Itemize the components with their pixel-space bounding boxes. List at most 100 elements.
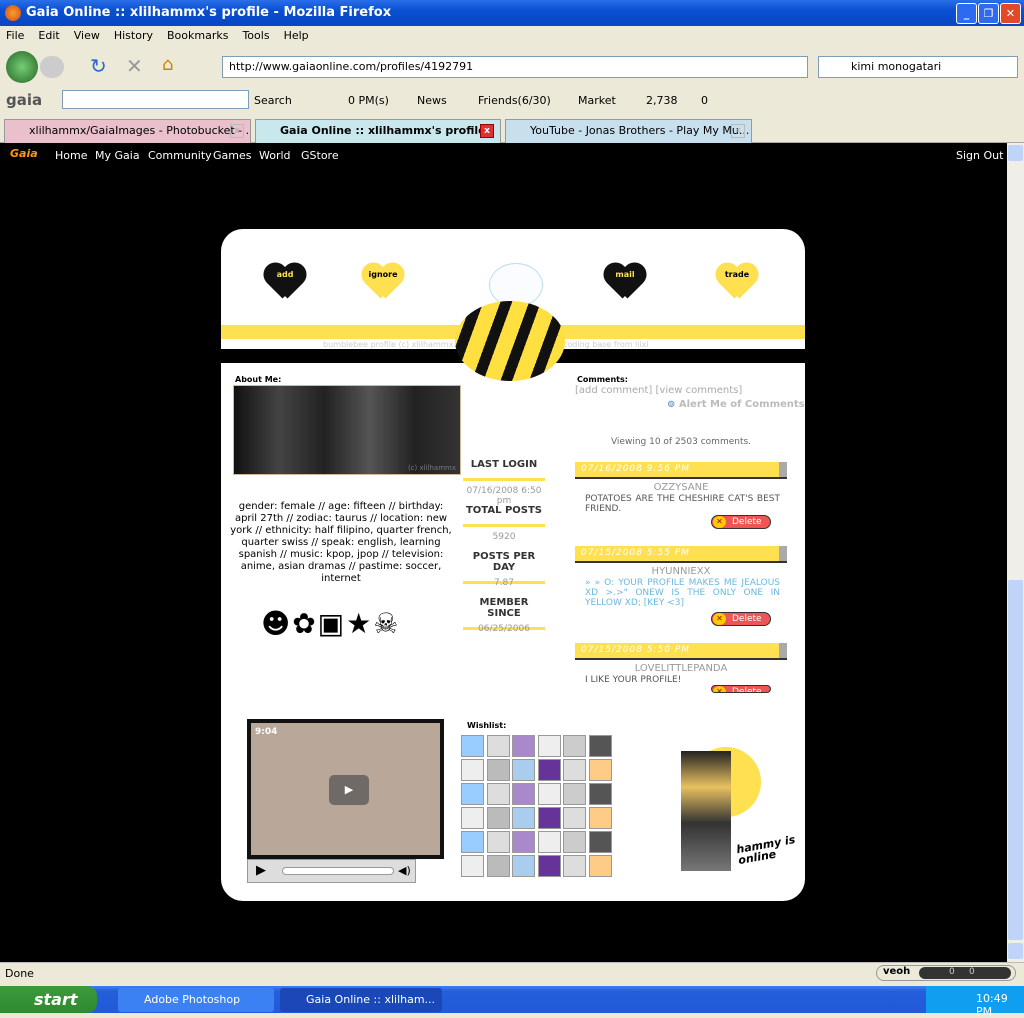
- wishlist-item[interactable]: [563, 759, 586, 781]
- forward-button[interactable]: [40, 56, 64, 78]
- wishlist-item[interactable]: [461, 807, 484, 829]
- wishlist-item[interactable]: [563, 735, 586, 757]
- gaia-logo[interactable]: Gaia: [10, 147, 38, 160]
- wishlist-item[interactable]: [588, 759, 612, 781]
- mail-button[interactable]: mail: [598, 257, 652, 299]
- home-icon[interactable]: ⌂: [162, 54, 173, 75]
- wishlist-item[interactable]: [461, 783, 484, 805]
- nav-world[interactable]: World: [259, 149, 291, 162]
- gaia-toolbar-logo[interactable]: gaia: [6, 91, 42, 109]
- wishlist-item[interactable]: [461, 831, 484, 853]
- volume-icon[interactable]: ◀): [398, 864, 411, 877]
- wishlist-item[interactable]: [588, 783, 612, 805]
- vertical-scrollbar[interactable]: [1007, 143, 1024, 962]
- comment-user[interactable]: LOVELITTLEPANDA: [575, 663, 787, 674]
- back-button[interactable]: [6, 51, 38, 83]
- wishlist-item[interactable]: [537, 831, 561, 853]
- avatar[interactable]: hammy is online: [641, 741, 796, 881]
- delete-comment-button[interactable]: Delete: [711, 612, 771, 626]
- trade-button[interactable]: trade: [710, 257, 764, 299]
- wishlist-item[interactable]: [461, 735, 484, 757]
- task-photoshop[interactable]: Adobe Photoshop: [118, 988, 274, 1012]
- wishlist-item[interactable]: [537, 783, 561, 805]
- add-button[interactable]: add: [258, 257, 312, 299]
- wishlist-item[interactable]: [588, 855, 612, 877]
- wishlist-item[interactable]: [588, 831, 612, 853]
- wishlist-item[interactable]: [486, 855, 510, 877]
- sign-out-link[interactable]: Sign Out: [956, 149, 1003, 162]
- maximize-button[interactable]: ❐: [978, 3, 999, 24]
- play-overlay-icon[interactable]: ▶: [329, 775, 369, 805]
- wishlist-item[interactable]: [537, 807, 561, 829]
- wishlist-item[interactable]: [512, 831, 535, 853]
- video-player[interactable]: 9:04 ▶: [247, 719, 444, 859]
- stop-icon[interactable]: ✕: [126, 54, 143, 78]
- tab-close-icon[interactable]: x: [230, 124, 244, 138]
- menu-history[interactable]: History: [114, 29, 153, 42]
- tab-photobucket[interactable]: xlilhammx/GaiaImages - Photobucket - ...…: [4, 119, 251, 143]
- wishlist-item[interactable]: [461, 759, 484, 781]
- wishlist-item[interactable]: [563, 831, 586, 853]
- scroll-down-button[interactable]: [1008, 943, 1023, 959]
- reload-icon[interactable]: ↻: [90, 54, 107, 78]
- delete-comment-button[interactable]: Delete: [711, 685, 771, 693]
- wishlist-item[interactable]: [563, 807, 586, 829]
- view-comments-link[interactable]: [view comments]: [656, 385, 743, 396]
- friends-link[interactable]: Friends(6/30): [478, 94, 551, 107]
- start-button[interactable]: start: [0, 986, 97, 1013]
- wishlist-item[interactable]: [537, 735, 561, 757]
- task-firefox[interactable]: Gaia Online :: xlilham...: [280, 988, 442, 1012]
- wishlist-item[interactable]: [512, 783, 535, 805]
- wishlist-item[interactable]: [537, 855, 561, 877]
- wishlist-item[interactable]: [512, 807, 535, 829]
- wishlist-item[interactable]: [588, 735, 612, 757]
- url-input[interactable]: http://www.gaiaonline.com/profiles/41927…: [222, 56, 808, 78]
- nav-gstore[interactable]: GStore: [301, 149, 339, 162]
- wishlist-item[interactable]: [486, 831, 510, 853]
- menu-edit[interactable]: Edit: [38, 29, 59, 42]
- add-comment-link[interactable]: [add comment]: [575, 385, 652, 396]
- menu-help[interactable]: Help: [284, 29, 309, 42]
- wishlist-item[interactable]: [563, 783, 586, 805]
- seek-slider[interactable]: [282, 867, 394, 875]
- wishlist-item[interactable]: [486, 759, 510, 781]
- veoh-widget[interactable]: veoh 0 0: [876, 965, 1016, 981]
- wishlist-item[interactable]: [486, 783, 510, 805]
- tab-youtube[interactable]: YouTube - Jonas Brothers - Play My Mu...…: [505, 119, 752, 143]
- menu-view[interactable]: View: [74, 29, 100, 42]
- tab-gaia-profile[interactable]: Gaia Online :: xlilhammx's profile x: [255, 119, 501, 143]
- gaia-search-input[interactable]: [62, 90, 249, 109]
- tab-close-icon[interactable]: x: [480, 124, 494, 138]
- scroll-thumb[interactable]: [1008, 580, 1023, 940]
- play-icon[interactable]: ▶: [256, 863, 266, 878]
- alert-me-link[interactable]: ⊚ Alert Me of Comments: [667, 399, 805, 410]
- search-input[interactable]: kimi monogatari: [818, 56, 1018, 78]
- scroll-up-button[interactable]: [1008, 145, 1023, 161]
- comment-user[interactable]: OZZYSANE: [575, 482, 787, 493]
- wishlist-item[interactable]: [537, 759, 561, 781]
- wishlist-item[interactable]: [461, 855, 484, 877]
- menu-tools[interactable]: Tools: [242, 29, 269, 42]
- comment-user[interactable]: HYUNNIEXX: [575, 566, 787, 577]
- wishlist-item[interactable]: [486, 807, 510, 829]
- ignore-button[interactable]: ignore: [356, 257, 410, 299]
- wishlist-item[interactable]: [588, 807, 612, 829]
- nav-mygaia[interactable]: My Gaia: [95, 149, 140, 162]
- menu-bookmarks[interactable]: Bookmarks: [167, 29, 228, 42]
- delete-comment-button[interactable]: Delete: [711, 515, 771, 529]
- wishlist-item[interactable]: [563, 855, 586, 877]
- wishlist-item[interactable]: [486, 735, 510, 757]
- pm-link[interactable]: 0 PM(s): [348, 94, 389, 107]
- wishlist-item[interactable]: [512, 855, 535, 877]
- tab-close-icon[interactable]: x: [731, 124, 745, 138]
- news-link[interactable]: News: [417, 94, 447, 107]
- close-button[interactable]: ✕: [1000, 3, 1021, 24]
- menu-file[interactable]: File: [6, 29, 24, 42]
- market-link[interactable]: Market: [578, 94, 616, 107]
- nav-home[interactable]: Home: [55, 149, 87, 162]
- wishlist-item[interactable]: [512, 735, 535, 757]
- minimize-button[interactable]: _: [956, 3, 977, 24]
- gaia-search-button[interactable]: Search: [254, 94, 292, 107]
- nav-community[interactable]: Community: [148, 149, 212, 162]
- wishlist-item[interactable]: [512, 759, 535, 781]
